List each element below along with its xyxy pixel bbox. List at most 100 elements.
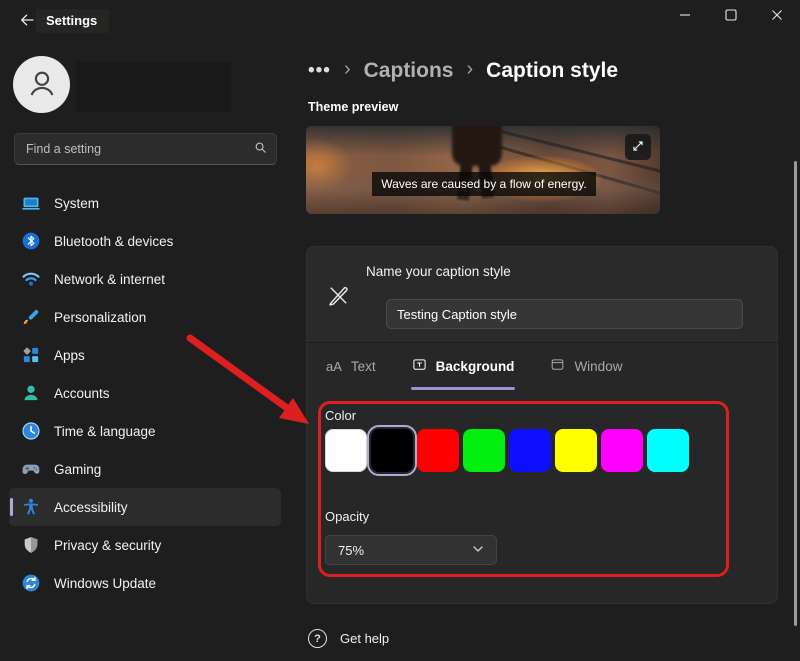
search-icon (253, 140, 268, 158)
sidebar-item-label: Accounts (54, 386, 110, 401)
get-help-label: Get help (340, 631, 389, 646)
sidebar-item-label: Gaming (54, 462, 101, 477)
opacity-value: 75% (338, 543, 364, 558)
sidebar-item-label: Personalization (54, 310, 146, 325)
tab-background[interactable]: Background (411, 351, 516, 390)
tab-label: Window (574, 359, 622, 374)
sidebar-item-label: Network & internet (54, 272, 165, 287)
sidebar-item-label: Windows Update (54, 576, 156, 591)
minimize-button[interactable] (662, 0, 708, 33)
page-title: Caption style (486, 59, 618, 83)
sidebar-item-gaming[interactable]: Gaming (9, 450, 281, 488)
color-swatch-cyan[interactable] (647, 429, 689, 472)
color-swatches (325, 429, 689, 472)
search-input[interactable] (26, 142, 253, 156)
time-language-icon (21, 421, 41, 441)
window-controls (662, 0, 800, 33)
maximize-button[interactable] (708, 0, 754, 33)
background-style-icon (412, 357, 427, 375)
sidebar-nav: System Bluetooth & devices Network & int… (9, 184, 281, 602)
style-tabs: aA Text Background (325, 351, 623, 390)
help-icon: ? (308, 629, 327, 648)
chevron-right-icon: › (344, 58, 351, 84)
tab-label: Background (436, 359, 515, 374)
close-icon (771, 9, 783, 24)
breadcrumb: ••• › Captions › Caption style (308, 54, 618, 88)
name-caption-label: Name your caption style (366, 264, 511, 279)
name-caption-card: Name your caption style (306, 246, 778, 342)
personalization-icon (21, 307, 41, 327)
apps-icon (21, 345, 41, 365)
sidebar-item-label: Bluetooth & devices (54, 234, 173, 249)
arrow-head (279, 398, 309, 424)
sidebar-item-accessibility[interactable]: Accessibility (9, 488, 281, 526)
tab-label: Text (351, 359, 376, 374)
sidebar-item-privacy[interactable]: Privacy & security (9, 526, 281, 564)
sidebar-item-label: Apps (54, 348, 85, 363)
sidebar-item-personalization[interactable]: Personalization (9, 298, 281, 336)
chevron-down-icon (472, 543, 484, 558)
caption-sample-bar: Waves are caused by a flow of energy. (372, 172, 596, 196)
caption-style-edit-icon (326, 283, 351, 311)
system-icon (21, 193, 41, 213)
text-style-icon: aA (326, 359, 342, 374)
theme-preview-image: Waves are caused by a flow of energy. (306, 126, 660, 214)
chevron-right-icon: › (466, 58, 473, 84)
preview-deck-shading (306, 126, 660, 214)
color-swatch-yellow[interactable] (555, 429, 597, 472)
shield-icon (21, 535, 41, 555)
sidebar-item-system[interactable]: System (9, 184, 281, 222)
sidebar-item-accounts[interactable]: Accounts (9, 374, 281, 412)
color-swatch-magenta[interactable] (601, 429, 643, 472)
redacted-username-block (76, 62, 231, 112)
bluetooth-icon (21, 231, 41, 251)
sidebar-item-network[interactable]: Network & internet (9, 260, 281, 298)
app-title: Settings (46, 13, 97, 28)
app-title-box: Settings (36, 9, 109, 33)
sidebar-item-label: Accessibility (54, 500, 128, 515)
windows-update-icon (21, 573, 41, 593)
caption-sample-text: Waves are caused by a flow of energy. (381, 177, 586, 191)
titlebar: Settings (0, 0, 800, 45)
sidebar-item-label: System (54, 196, 99, 211)
expand-preview-button[interactable] (625, 134, 651, 160)
close-button[interactable] (754, 0, 800, 33)
sidebar-item-time-language[interactable]: Time & language (9, 412, 281, 450)
sidebar-item-windows-update[interactable]: Windows Update (9, 564, 281, 602)
expand-icon (631, 139, 645, 156)
vertical-scrollbar[interactable] (794, 161, 797, 626)
opacity-dropdown[interactable]: 75% (325, 535, 497, 565)
avatar[interactable] (13, 56, 70, 113)
maximize-icon (725, 9, 737, 24)
sidebar-item-apps[interactable]: Apps (9, 336, 281, 374)
network-icon (21, 269, 41, 289)
sidebar-item-label: Time & language (54, 424, 156, 439)
color-swatch-green[interactable] (463, 429, 505, 472)
sidebar-item-label: Privacy & security (54, 538, 161, 553)
selected-indicator-pill (10, 498, 13, 516)
theme-preview-label: Theme preview (308, 100, 398, 114)
breadcrumb-captions[interactable]: Captions (364, 59, 454, 83)
tab-text[interactable]: aA Text (325, 351, 377, 390)
color-swatch-red[interactable] (417, 429, 459, 472)
person-icon (25, 66, 59, 103)
caption-style-editor-card: aA Text Background (306, 343, 778, 604)
breadcrumb-ellipsis[interactable]: ••• (308, 60, 331, 82)
accessibility-icon (21, 497, 41, 517)
window-style-icon (550, 357, 565, 375)
sidebar-item-bluetooth[interactable]: Bluetooth & devices (9, 222, 281, 260)
search-box (14, 133, 277, 165)
opacity-section-label: Opacity (325, 509, 369, 524)
color-swatch-black[interactable] (371, 429, 413, 472)
minimize-icon (679, 9, 691, 24)
color-section-label: Color (325, 408, 356, 423)
tab-window[interactable]: Window (549, 351, 623, 390)
selected-tab-underline (411, 387, 516, 390)
caption-style-name-input[interactable] (386, 299, 743, 329)
back-arrow-icon (18, 11, 36, 32)
settings-window: Settings (0, 0, 800, 661)
color-swatch-blue[interactable] (509, 429, 551, 472)
get-help-link[interactable]: ? Get help (308, 629, 389, 648)
gaming-icon (21, 459, 41, 479)
color-swatch-white[interactable] (325, 429, 367, 472)
